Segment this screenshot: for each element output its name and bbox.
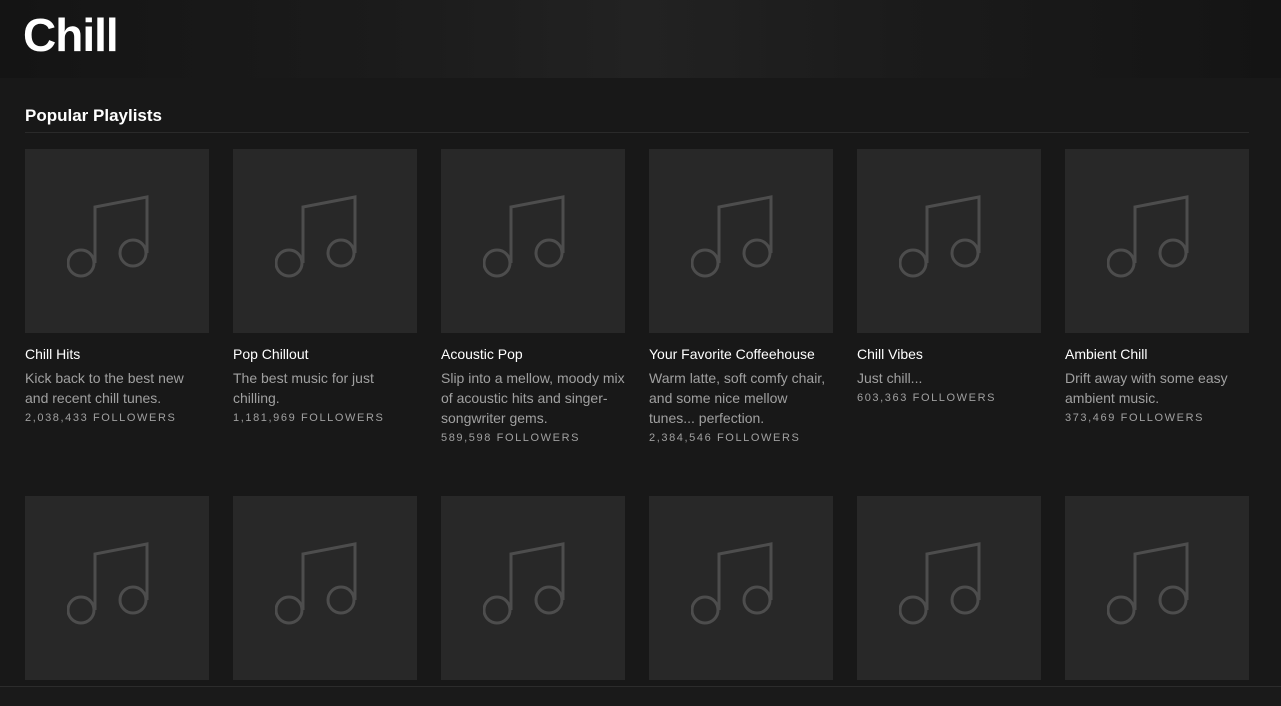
playlist-description: Just chill... [857,370,923,386]
playlist-description: Kick back to the best new and recent chi… [25,370,184,406]
playlist-followers: 2,384,546 FOLLOWERS [649,432,801,444]
playlist-description: The best music for just chilling. [233,370,374,406]
playlist-card[interactable]: Chill Vibes Just chill... 603,363 FOLLOW… [857,149,1041,406]
music-note-icon [483,195,565,278]
playlist-title[interactable]: Chill Vibes [857,346,1041,362]
playlist-title[interactable]: Ambient Chill [1065,346,1249,362]
playlist-title[interactable]: Chill Hits [25,346,209,362]
playlist-cover[interactable] [25,496,209,680]
playlist-followers: 373,469 FOLLOWERS [1065,412,1205,424]
music-note-icon [483,542,565,625]
playlist-cover[interactable] [649,496,833,680]
playlist-card[interactable] [25,496,209,680]
playlist-cover[interactable] [857,149,1041,333]
music-note-icon [899,542,981,625]
playlist-followers: 2,038,433 FOLLOWERS [25,412,177,424]
playlist-card[interactable]: Pop Chillout The best music for just chi… [233,149,417,426]
playlist-description: Warm latte, soft comfy chair, and some n… [649,370,826,426]
playlist-description: Drift away with some easy ambient music. [1065,370,1228,406]
music-note-icon [67,542,149,625]
playlist-followers: 1,181,969 FOLLOWERS [233,412,385,424]
playlist-cover[interactable] [233,149,417,333]
music-note-icon [899,195,981,278]
playlist-cover[interactable] [233,496,417,680]
playlist-card[interactable] [857,496,1041,680]
page-title: Chill [23,9,119,61]
music-note-icon [691,542,773,625]
playlist-cover[interactable] [441,149,625,333]
bottom-bar [0,686,1281,706]
playlist-card[interactable]: Chill Hits Kick back to the best new and… [25,149,209,426]
playlist-cover[interactable] [441,496,625,680]
music-note-icon [1107,542,1189,625]
music-note-icon [275,195,357,278]
section-title: Popular Playlists [25,106,162,125]
playlist-title[interactable]: Acoustic Pop [441,346,625,362]
playlist-cover[interactable] [857,496,1041,680]
playlist-card[interactable]: Ambient Chill Drift away with some easy … [1065,149,1249,426]
playlist-card[interactable]: Your Favorite Coffeehouse Warm latte, so… [649,149,833,446]
playlist-description: Slip into a mellow, moody mix of acousti… [441,370,625,426]
page-header: Chill [0,0,1281,78]
playlist-card[interactable]: Acoustic Pop Slip into a mellow, moody m… [441,149,625,446]
playlist-cover[interactable] [25,149,209,333]
section-divider [25,132,1249,133]
playlist-card[interactable] [233,496,417,680]
playlist-card[interactable] [649,496,833,680]
playlist-title[interactable]: Your Favorite Coffeehouse [649,346,833,362]
playlist-title[interactable]: Pop Chillout [233,346,417,362]
playlist-followers: 589,598 FOLLOWERS [441,432,581,444]
music-note-icon [691,195,773,278]
music-note-icon [67,195,149,278]
playlist-cover[interactable] [1065,149,1249,333]
music-note-icon [1107,195,1189,278]
playlist-card[interactable] [441,496,625,680]
playlist-followers: 603,363 FOLLOWERS [857,392,997,404]
music-note-icon [275,542,357,625]
playlist-cover[interactable] [1065,496,1249,680]
playlist-card[interactable] [1065,496,1249,680]
playlist-cover[interactable] [649,149,833,333]
